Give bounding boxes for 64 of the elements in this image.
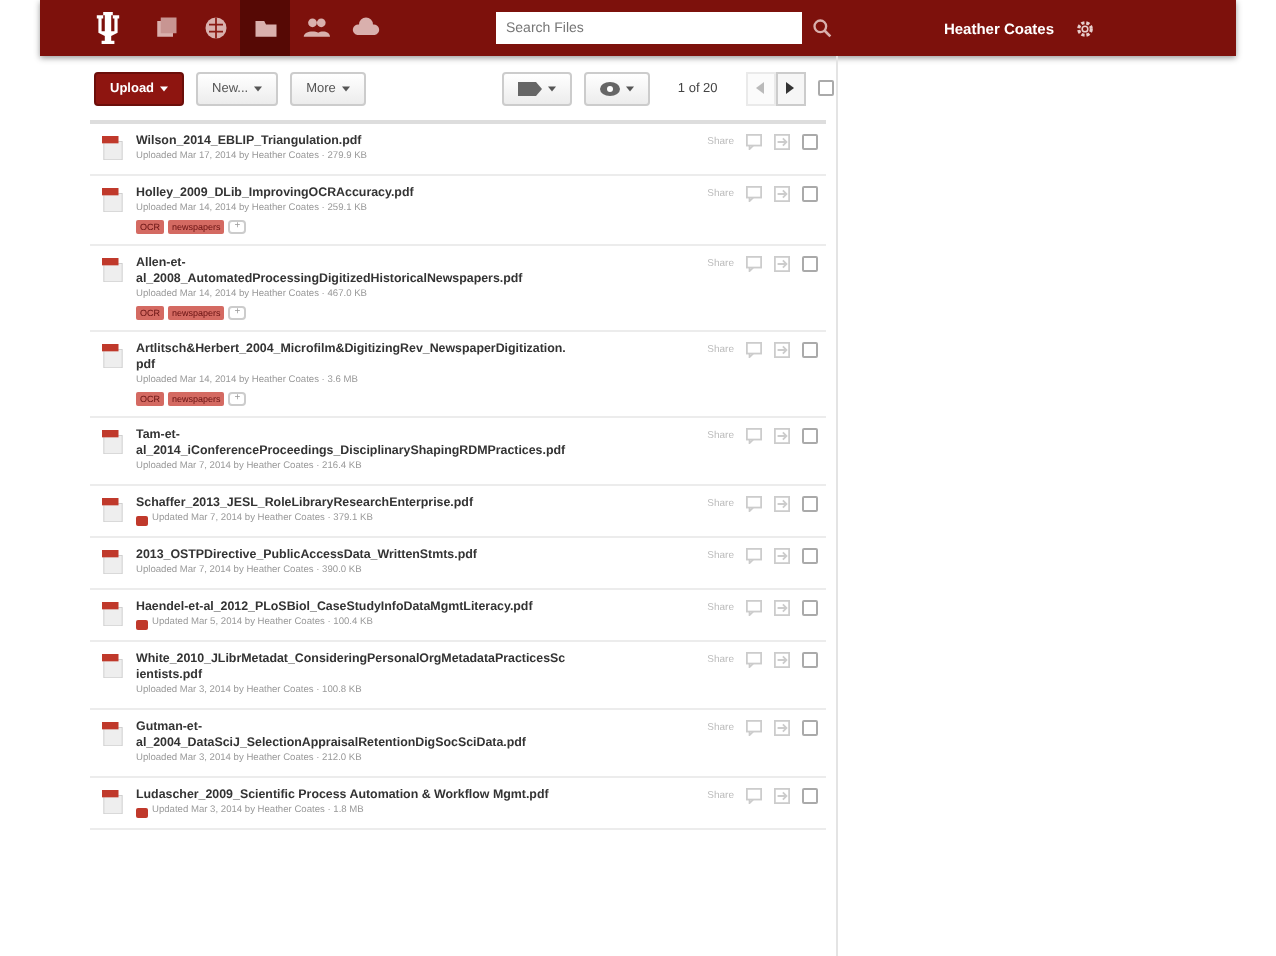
row-checkbox[interactable]	[802, 496, 818, 512]
pdf-file-icon	[102, 548, 124, 574]
settings-icon[interactable]	[1074, 17, 1096, 39]
caret-icon	[341, 85, 350, 91]
comment-icon[interactable]	[746, 134, 762, 150]
tag-dropdown[interactable]	[501, 71, 572, 105]
row-checkbox[interactable]	[802, 720, 818, 736]
move-icon[interactable]	[774, 256, 790, 272]
pdf-file-icon	[102, 186, 124, 212]
move-icon[interactable]	[774, 788, 790, 804]
next-page-button[interactable]	[775, 71, 806, 105]
caret-icon	[160, 85, 169, 91]
caret-icon	[254, 85, 263, 91]
people-icon	[301, 14, 329, 42]
comment-icon[interactable]	[746, 342, 762, 358]
comment-icon[interactable]	[746, 496, 762, 512]
nav-tab[interactable]	[240, 0, 290, 56]
trident-logo-icon[interactable]	[92, 8, 124, 48]
pdf-file-icon	[102, 788, 124, 814]
move-icon[interactable]	[774, 186, 790, 202]
row-checkbox[interactable]	[802, 186, 818, 202]
move-icon[interactable]	[774, 548, 790, 564]
caret-icon	[547, 85, 556, 91]
pdf-file-icon	[102, 496, 124, 522]
pdf-file-icon	[102, 720, 124, 746]
globe-icon	[201, 14, 229, 42]
row-checkbox[interactable]	[802, 548, 818, 564]
move-icon[interactable]	[774, 428, 790, 444]
select-all-checkbox[interactable]	[817, 80, 834, 96]
pdf-file-icon	[102, 256, 124, 282]
comment-icon[interactable]	[746, 720, 762, 736]
row-checkbox[interactable]	[802, 428, 818, 444]
pdf-file-icon	[102, 134, 124, 160]
eye-icon	[599, 81, 620, 95]
documents-icon	[151, 14, 179, 42]
comment-icon[interactable]	[746, 652, 762, 668]
pdf-file-icon	[102, 428, 124, 454]
comment-icon[interactable]	[746, 428, 762, 444]
tag-icon	[517, 81, 542, 95]
row-checkbox[interactable]	[802, 788, 818, 804]
comment-icon[interactable]	[746, 548, 762, 564]
search-icon[interactable]	[812, 18, 832, 38]
pdf-file-icon	[102, 600, 124, 626]
comment-icon[interactable]	[746, 186, 762, 202]
chevron-left-icon	[756, 82, 765, 94]
row-checkbox[interactable]	[802, 256, 818, 272]
move-icon[interactable]	[774, 600, 790, 616]
move-icon[interactable]	[774, 496, 790, 512]
row-checkbox[interactable]	[802, 134, 818, 150]
comment-icon[interactable]	[746, 788, 762, 804]
row-checkbox[interactable]	[802, 342, 818, 358]
pdf-file-icon	[102, 652, 124, 678]
move-icon[interactable]	[774, 342, 790, 358]
view-dropdown[interactable]	[583, 71, 650, 105]
pdf-file-icon	[102, 342, 124, 368]
move-icon[interactable]	[774, 652, 790, 668]
move-icon[interactable]	[774, 134, 790, 150]
comment-icon[interactable]	[746, 256, 762, 272]
caret-icon	[625, 85, 634, 91]
move-icon[interactable]	[774, 720, 790, 736]
chevron-right-icon	[786, 82, 795, 94]
comment-icon[interactable]	[746, 600, 762, 616]
row-checkbox[interactable]	[802, 652, 818, 668]
row-checkbox[interactable]	[802, 600, 818, 616]
